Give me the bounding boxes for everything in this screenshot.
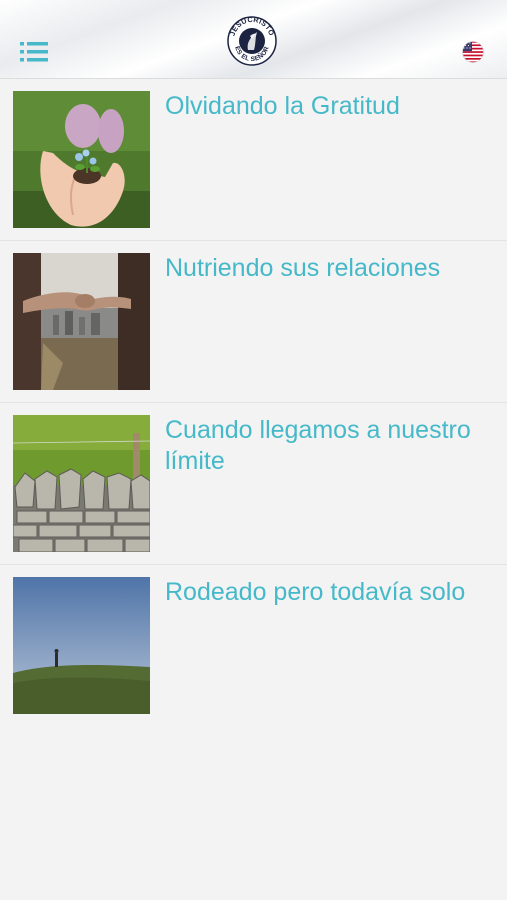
article-thumbnail[interactable]: [13, 253, 150, 390]
article-item[interactable]: Rodeado pero todavía solo: [0, 565, 507, 726]
language-button[interactable]: [462, 41, 484, 63]
article-list: Olvidando la Gratitud Nutriendo sus rela…: [0, 79, 507, 726]
article-item[interactable]: Nutriendo sus relaciones: [0, 241, 507, 403]
article-item[interactable]: Cuando llegamos a nuestro límite: [0, 403, 507, 565]
article-item[interactable]: Olvidando la Gratitud: [0, 79, 507, 241]
article-title[interactable]: Olvidando la Gratitud: [165, 91, 485, 122]
article-thumbnail[interactable]: [13, 415, 150, 552]
article-title[interactable]: Rodeado pero todavía solo: [165, 577, 485, 608]
app-header: JESUCRISTO ES EL SEÑOR: [0, 0, 507, 79]
article-title[interactable]: Nutriendo sus relaciones: [165, 253, 485, 284]
menu-button[interactable]: [20, 40, 48, 64]
article-thumbnail[interactable]: [13, 91, 150, 228]
app-logo: JESUCRISTO ES EL SEÑOR: [226, 10, 278, 68]
article-thumbnail[interactable]: [13, 577, 150, 714]
us-flag-icon: [462, 41, 484, 63]
list-icon: [20, 42, 48, 62]
article-title[interactable]: Cuando llegamos a nuestro límite: [165, 415, 485, 477]
